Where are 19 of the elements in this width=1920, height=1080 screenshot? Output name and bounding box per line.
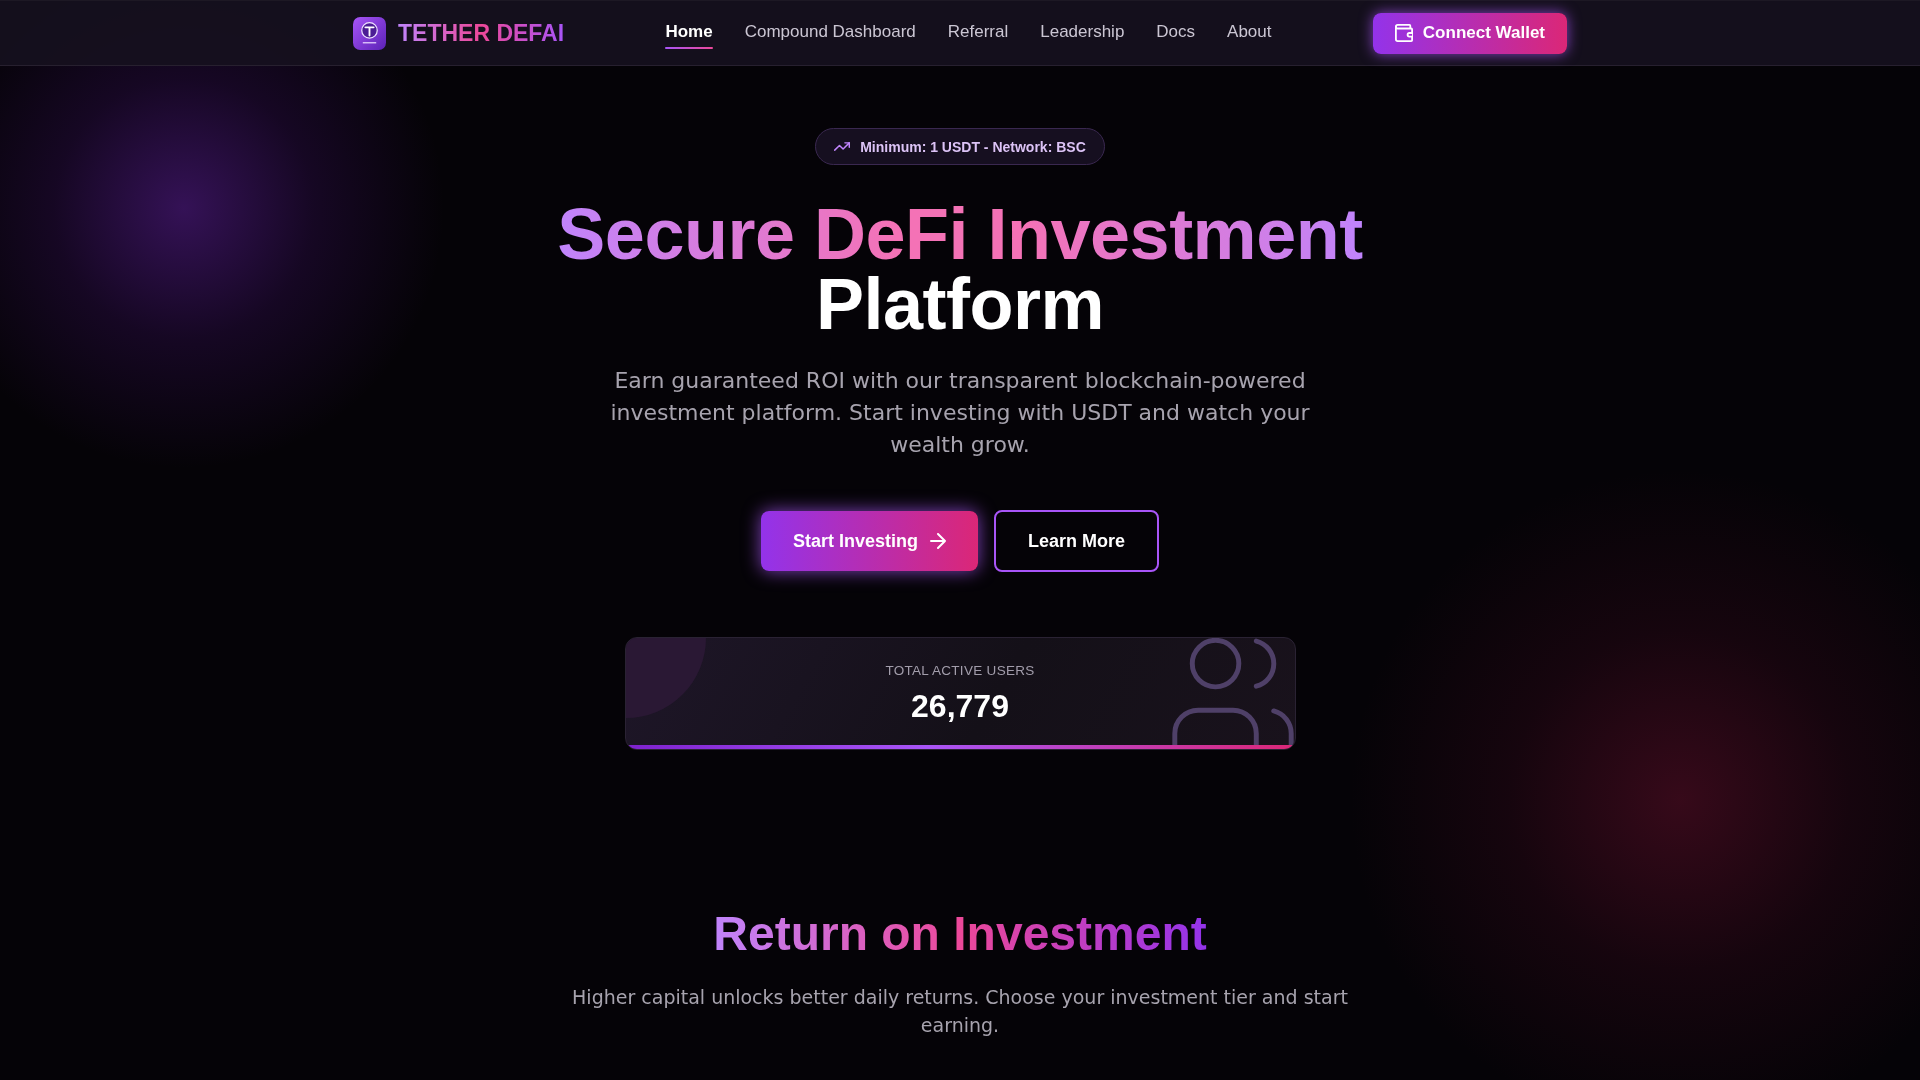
nav-link[interactable]: About bbox=[1227, 17, 1272, 49]
logo-icon[interactable] bbox=[353, 16, 386, 50]
nav-link[interactable]: Compound Dashboard bbox=[744, 17, 916, 49]
section-description: Higher capital unlocks better daily returns. Choose your investment tier and start earning. bbox=[571, 985, 1349, 1038]
badge-text: Minimum: 1 USDT - Network: BSC bbox=[860, 138, 1086, 155]
nav-link[interactable]: Docs bbox=[1156, 17, 1196, 49]
hero-description: Earn guaranteed ROI with our transparent blockchain-powered investment platform. Start investing with USDT and watch your wealth grow. bbox=[609, 367, 1311, 459]
nav-link[interactable]: Leadership bbox=[1040, 17, 1125, 49]
primary-button[interactable]: Start Investing bbox=[760, 511, 978, 571]
users-icon bbox=[1170, 638, 1295, 748]
wallet-icon bbox=[1394, 24, 1413, 42]
nav-link[interactable]: Home bbox=[665, 17, 713, 49]
arrow-right-icon bbox=[930, 533, 946, 549]
secondary-button[interactable]: Learn More bbox=[994, 510, 1160, 572]
trending-up-icon bbox=[834, 142, 851, 151]
connect-wallet-button[interactable]: Connect Wallet bbox=[1372, 12, 1567, 54]
nav-link[interactable]: Referral bbox=[947, 17, 1009, 49]
stat-label: TOTAL ACTIVE USERS bbox=[885, 662, 1035, 678]
stat-value: 26,779 bbox=[911, 687, 1009, 725]
